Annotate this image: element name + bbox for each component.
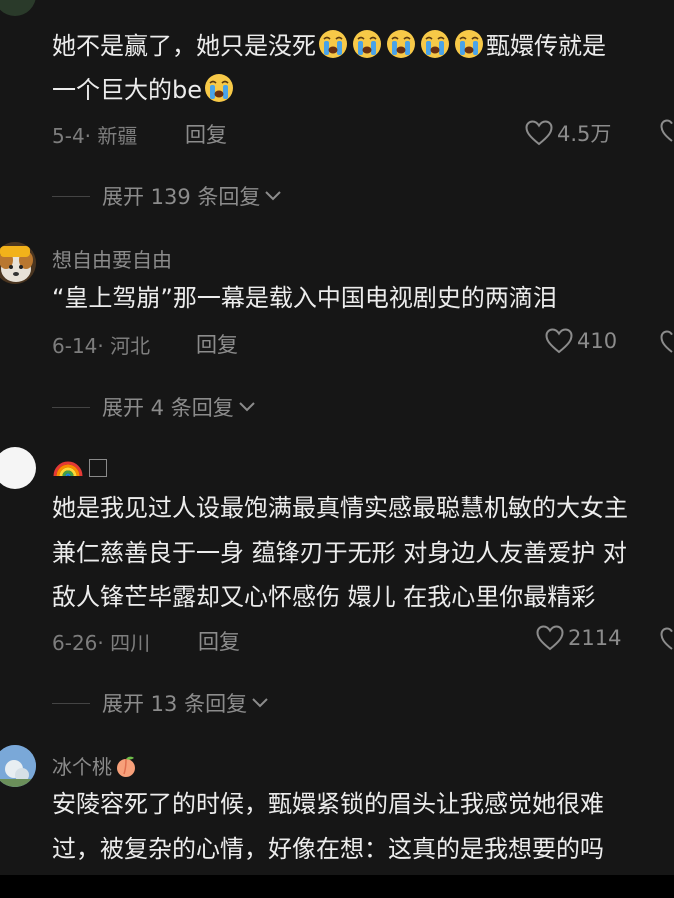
date-location: 5-4· 新疆 [52, 124, 138, 148]
expand-label: 展开 139 条回复 [102, 185, 261, 209]
avatar[interactable] [0, 242, 36, 284]
comment-text: 一个巨大的be [52, 76, 202, 104]
dislike-icon[interactable] [660, 330, 674, 354]
dislike-icon[interactable] [660, 119, 674, 143]
comment-text: “皇上驾崩”那一幕是载入中国电视剧史的两滴泪 [52, 284, 557, 312]
crying-face-icon [387, 30, 415, 58]
avatar[interactable] [0, 0, 36, 16]
expand-label: 展开 13 条回复 [102, 692, 248, 716]
crying-face-icon [202, 73, 236, 107]
dislike-icon[interactable] [660, 627, 674, 651]
username-text: 冰个桃 [52, 755, 112, 779]
tree-avatar-image [0, 745, 36, 787]
username[interactable]: 想自由要自由 [52, 244, 172, 273]
comment-text: 她不是赢了，她只是没死 [52, 32, 316, 60]
chevron-down-icon [239, 402, 255, 412]
rainbow-emoji-icon [53, 452, 83, 478]
comment-text-line-3: 敌人锋芒毕露却又心怀感伤 嬛儿 在我心里你最精彩 [52, 583, 596, 611]
placeholder-box-icon [89, 459, 107, 477]
expand-replies-button[interactable]: 展开 4 条回复 [52, 392, 256, 422]
divider [52, 406, 90, 408]
reply-button[interactable]: 回复 [185, 119, 227, 149]
dog-avatar-image [0, 242, 36, 284]
expand-replies-button[interactable]: 展开 139 条回复 [52, 181, 282, 211]
date-location: 6-14· 河北 [52, 334, 151, 358]
like-count: 410 [577, 329, 618, 353]
divider [52, 195, 90, 197]
comment-text-line-2: 一个巨大的be [52, 73, 236, 107]
heart-icon [545, 328, 573, 354]
crying-face-icon [316, 29, 486, 63]
bottom-bar [0, 875, 674, 898]
expand-replies-button[interactable]: 展开 13 条回复 [52, 688, 269, 718]
heart-icon [536, 625, 564, 651]
peach-emoji-icon [117, 756, 135, 777]
reply-button[interactable]: 回复 [196, 329, 238, 359]
avatar[interactable] [0, 745, 36, 787]
comment-text: 甄嬛传就是 [486, 32, 606, 60]
date-location: 6-26· 四川 [52, 631, 151, 655]
chevron-down-icon [265, 191, 282, 201]
username[interactable]: 冰个桃 [52, 751, 138, 780]
chevron-down-icon [252, 698, 268, 708]
like-count: 4.5万 [557, 122, 612, 146]
expand-label: 展开 4 条回复 [102, 396, 234, 420]
crying-face-icon [421, 30, 449, 58]
crying-face-icon [319, 30, 347, 58]
comment-text-line-1: 安陵容死了的时候，甄嬛紧锁的眉头让我感觉她很难 [52, 790, 604, 818]
comment-text-line-2: 兼仁慈善良于一身 蕴锋刃于无形 对身边人友善爱护 对 [52, 539, 627, 567]
divider [52, 702, 90, 704]
heart-icon [525, 120, 553, 146]
like-button[interactable]: 410 [545, 328, 617, 354]
like-button[interactable]: 4.5万 [525, 118, 611, 148]
like-button[interactable]: 2114 [536, 625, 621, 651]
crying-face-icon [353, 30, 381, 58]
comment-text-line-2: 过，被复杂的心情，好像在想：这真的是我想要的吗 [52, 835, 604, 863]
crying-face-icon [205, 74, 233, 102]
like-count: 2114 [568, 626, 622, 650]
comment-list: 她不是赢了，她只是没死 甄嬛传就是 一个巨大的be 5-4· 新疆 回复 4.5万… [0, 0, 674, 875]
crying-face-icon [455, 30, 483, 58]
avatar[interactable] [0, 447, 36, 489]
comment-text-line-1: 她是我见过人设最饱满最真情实感最聪慧机敏的大女主 [52, 494, 628, 522]
reply-button[interactable]: 回复 [198, 626, 240, 656]
comment-text-line-1: 她不是赢了，她只是没死 甄嬛传就是 [52, 29, 606, 63]
